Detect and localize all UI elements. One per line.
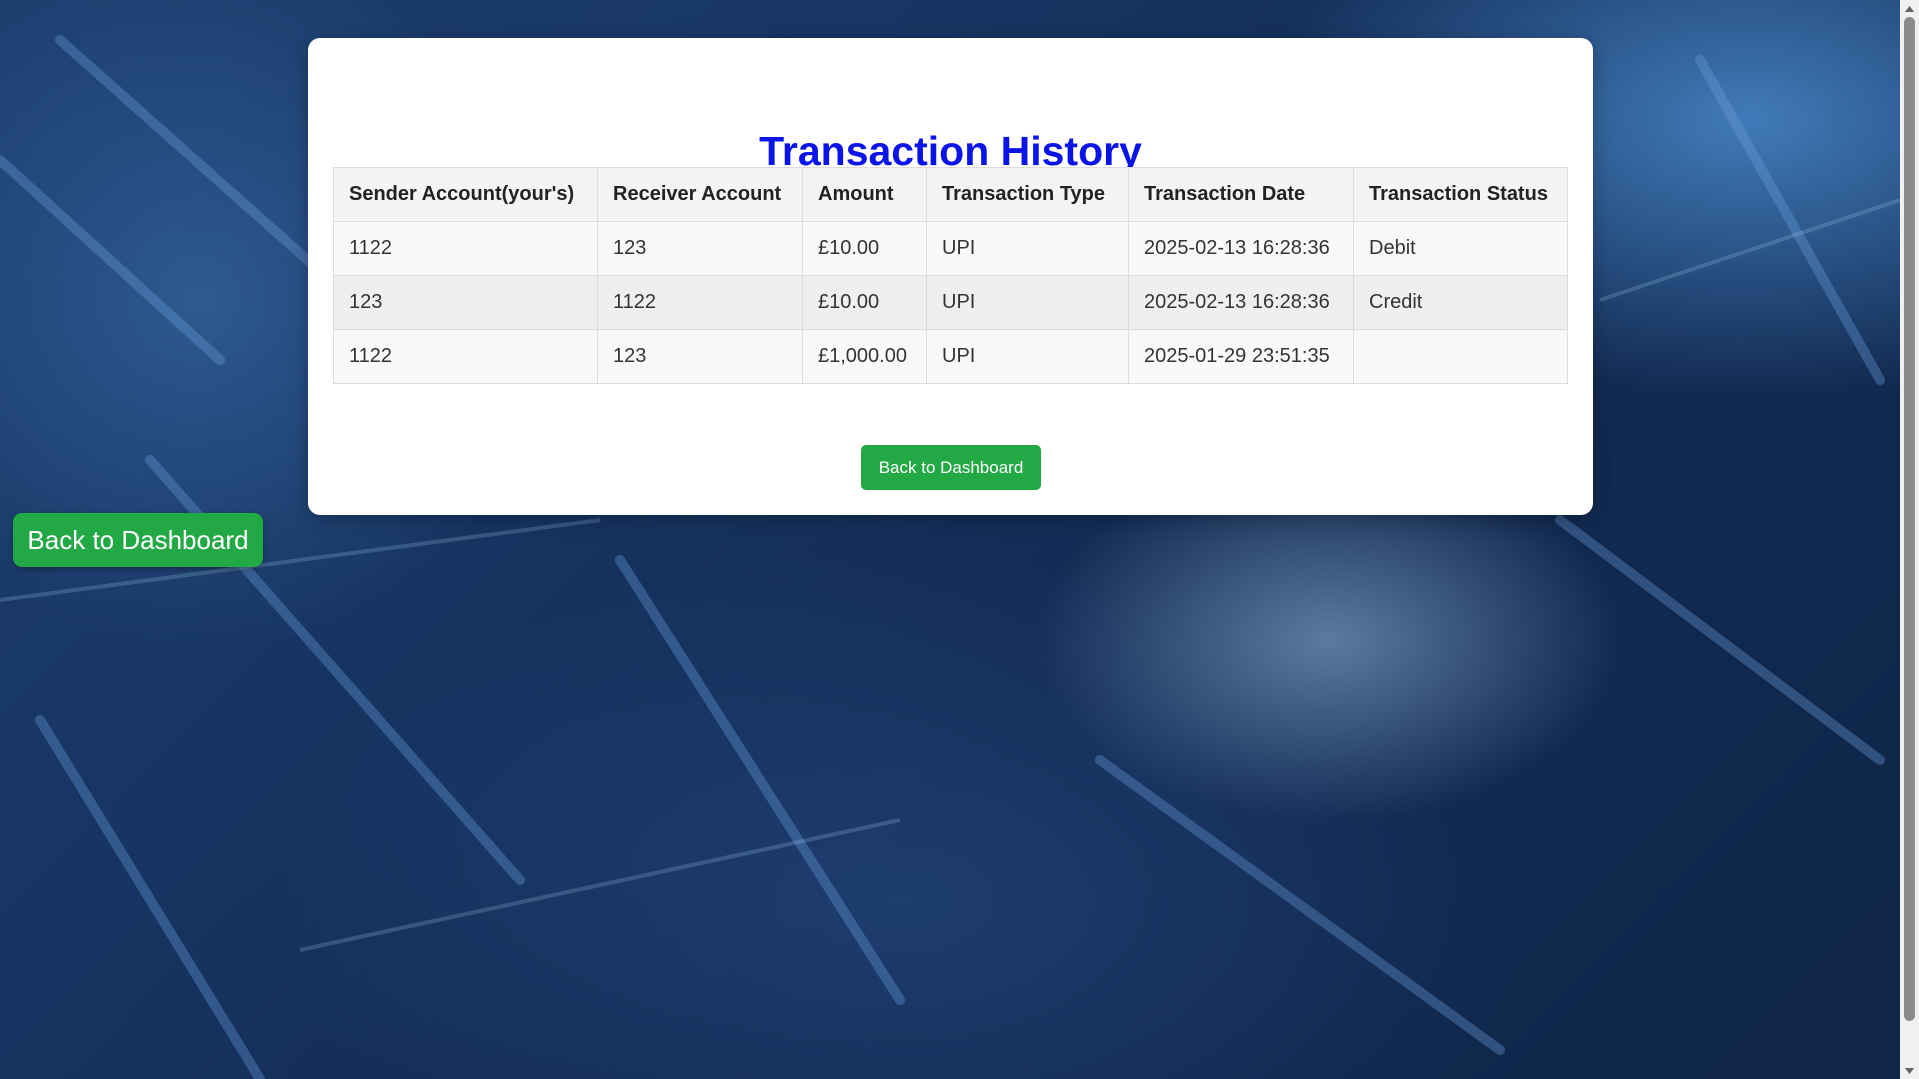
cell-type: UPI	[926, 329, 1129, 384]
column-header-status: Transaction Status	[1353, 167, 1568, 222]
column-header-date: Transaction Date	[1128, 167, 1354, 222]
cell-sender: 1122	[333, 329, 598, 384]
table-row: 1122 123 £1,000.00 UPI 2025-01-29 23:51:…	[333, 329, 1568, 384]
cell-amount: £1,000.00	[802, 329, 927, 384]
cell-amount: £10.00	[802, 275, 927, 330]
transaction-table: Sender Account(your's) Receiver Account …	[333, 167, 1568, 384]
column-header-sender: Sender Account(your's)	[333, 167, 598, 222]
back-to-dashboard-button[interactable]: Back to Dashboard	[861, 445, 1041, 490]
scroll-down-icon[interactable]	[1900, 1062, 1919, 1079]
transaction-history-card: Transaction History Sender Account(your'…	[308, 38, 1593, 515]
scrollbar-thumb[interactable]	[1904, 17, 1915, 1021]
cell-status: Credit	[1353, 275, 1568, 330]
column-header-amount: Amount	[802, 167, 927, 222]
column-header-receiver: Receiver Account	[597, 167, 803, 222]
cell-date: 2025-02-13 16:28:36	[1128, 221, 1354, 276]
table-row: 123 1122 £10.00 UPI 2025-02-13 16:28:36 …	[333, 275, 1568, 330]
cell-date: 2025-01-29 23:51:35	[1128, 329, 1354, 384]
cell-status	[1353, 329, 1568, 384]
cell-receiver: 1122	[597, 275, 803, 330]
table-header-row: Sender Account(your's) Receiver Account …	[333, 167, 1568, 222]
cell-receiver: 123	[597, 329, 803, 384]
column-header-type: Transaction Type	[926, 167, 1129, 222]
table-row: 1122 123 £10.00 UPI 2025-02-13 16:28:36 …	[333, 221, 1568, 276]
cell-type: UPI	[926, 275, 1129, 330]
scroll-up-icon[interactable]	[1900, 0, 1919, 17]
cell-sender: 1122	[333, 221, 598, 276]
cell-receiver: 123	[597, 221, 803, 276]
cell-status: Debit	[1353, 221, 1568, 276]
vertical-scrollbar[interactable]	[1900, 0, 1919, 1079]
cell-type: UPI	[926, 221, 1129, 276]
cell-amount: £10.00	[802, 221, 927, 276]
floating-back-to-dashboard-button[interactable]: Back to Dashboard	[13, 513, 263, 567]
cell-sender: 123	[333, 275, 598, 330]
cell-date: 2025-02-13 16:28:36	[1128, 275, 1354, 330]
